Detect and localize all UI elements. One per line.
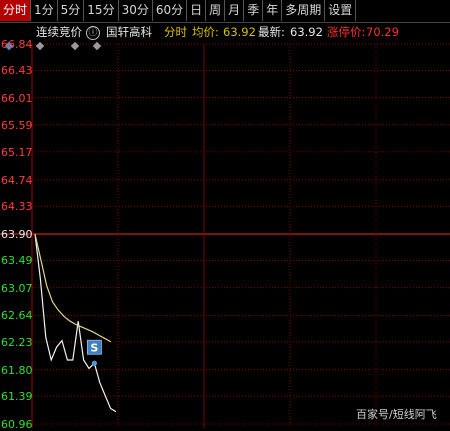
tab-period[interactable]: 60分 [153, 0, 188, 21]
y-tick-label: 63.49 [1, 254, 33, 268]
tab-period[interactable]: 月 [225, 0, 245, 21]
sell-marker-icon [87, 339, 102, 355]
tab-period[interactable]: 15分 [84, 0, 119, 21]
info-icon[interactable]: ⓘ [86, 26, 100, 40]
y-tick-label: 63.07 [1, 281, 33, 295]
y-tick-label: 61.39 [1, 390, 33, 404]
tab-period[interactable]: 年 [263, 0, 283, 21]
tab-period[interactable]: 多周期 [282, 0, 326, 21]
y-tick-label: 64.74 [1, 173, 33, 187]
tab-period[interactable]: 设置 [325, 0, 357, 21]
series-line-price [34, 233, 117, 413]
y-tick-label: 61.80 [1, 363, 33, 377]
event-diamond-icon [70, 41, 80, 51]
tab-period[interactable]: 5分 [58, 0, 85, 21]
avg-price-value: 63.92 [223, 25, 256, 39]
y-tick-label: 62.23 [1, 335, 33, 349]
stock-name: 国轩高科 [106, 25, 152, 39]
y-tick-label: 65.59 [1, 118, 33, 132]
y-tick-label: 64.33 [1, 200, 33, 214]
sell-point-dot [91, 360, 97, 366]
y-tick-label: 62.64 [1, 309, 33, 323]
tab-period[interactable]: 分时 [0, 0, 32, 21]
y-tick-label: 63.90 [1, 228, 33, 241]
event-diamond-icon [92, 41, 102, 51]
watermark: 百家号/短线阿飞 [356, 408, 437, 421]
trading-status: 连续竞价 [36, 25, 82, 39]
avg-price-label: 均价: [192, 25, 219, 39]
y-tick-label: 66.43 [1, 64, 33, 78]
view-label: 分时 [164, 25, 187, 39]
y-tick-label: 60.96 [1, 418, 33, 431]
sell-marker-label: S [90, 341, 98, 354]
limit-up-label: 涨停价: [327, 25, 366, 39]
tab-period[interactable]: 日 [187, 0, 207, 21]
event-diamond-icon [35, 41, 45, 51]
y-tick-label: 65.17 [1, 145, 33, 159]
last-price-value: 63.92 [290, 25, 323, 39]
series-line-avg [34, 233, 112, 343]
y-tick-label: 66.01 [1, 91, 33, 105]
period-toolbar: 分时 1分 5分 15分 30分 60分日周月季年多周期 设置 [0, 0, 450, 23]
y-tick-label: 66.84 [1, 38, 33, 51]
tab-period[interactable]: 30分 [119, 0, 153, 21]
tab-period[interactable]: 季 [244, 0, 264, 21]
tab-period[interactable]: 1分 [31, 0, 58, 21]
info-line: 连续竞价 ⓘ 国轩高科 分时 均价: 63.92 最新: 63.92 涨停价: … [0, 23, 450, 41]
intraday-chart[interactable]: S [0, 0, 450, 428]
tab-period[interactable]: 周 [206, 0, 226, 21]
last-price-label: 最新: [258, 25, 285, 39]
limit-up-value: 70.29 [366, 25, 399, 39]
